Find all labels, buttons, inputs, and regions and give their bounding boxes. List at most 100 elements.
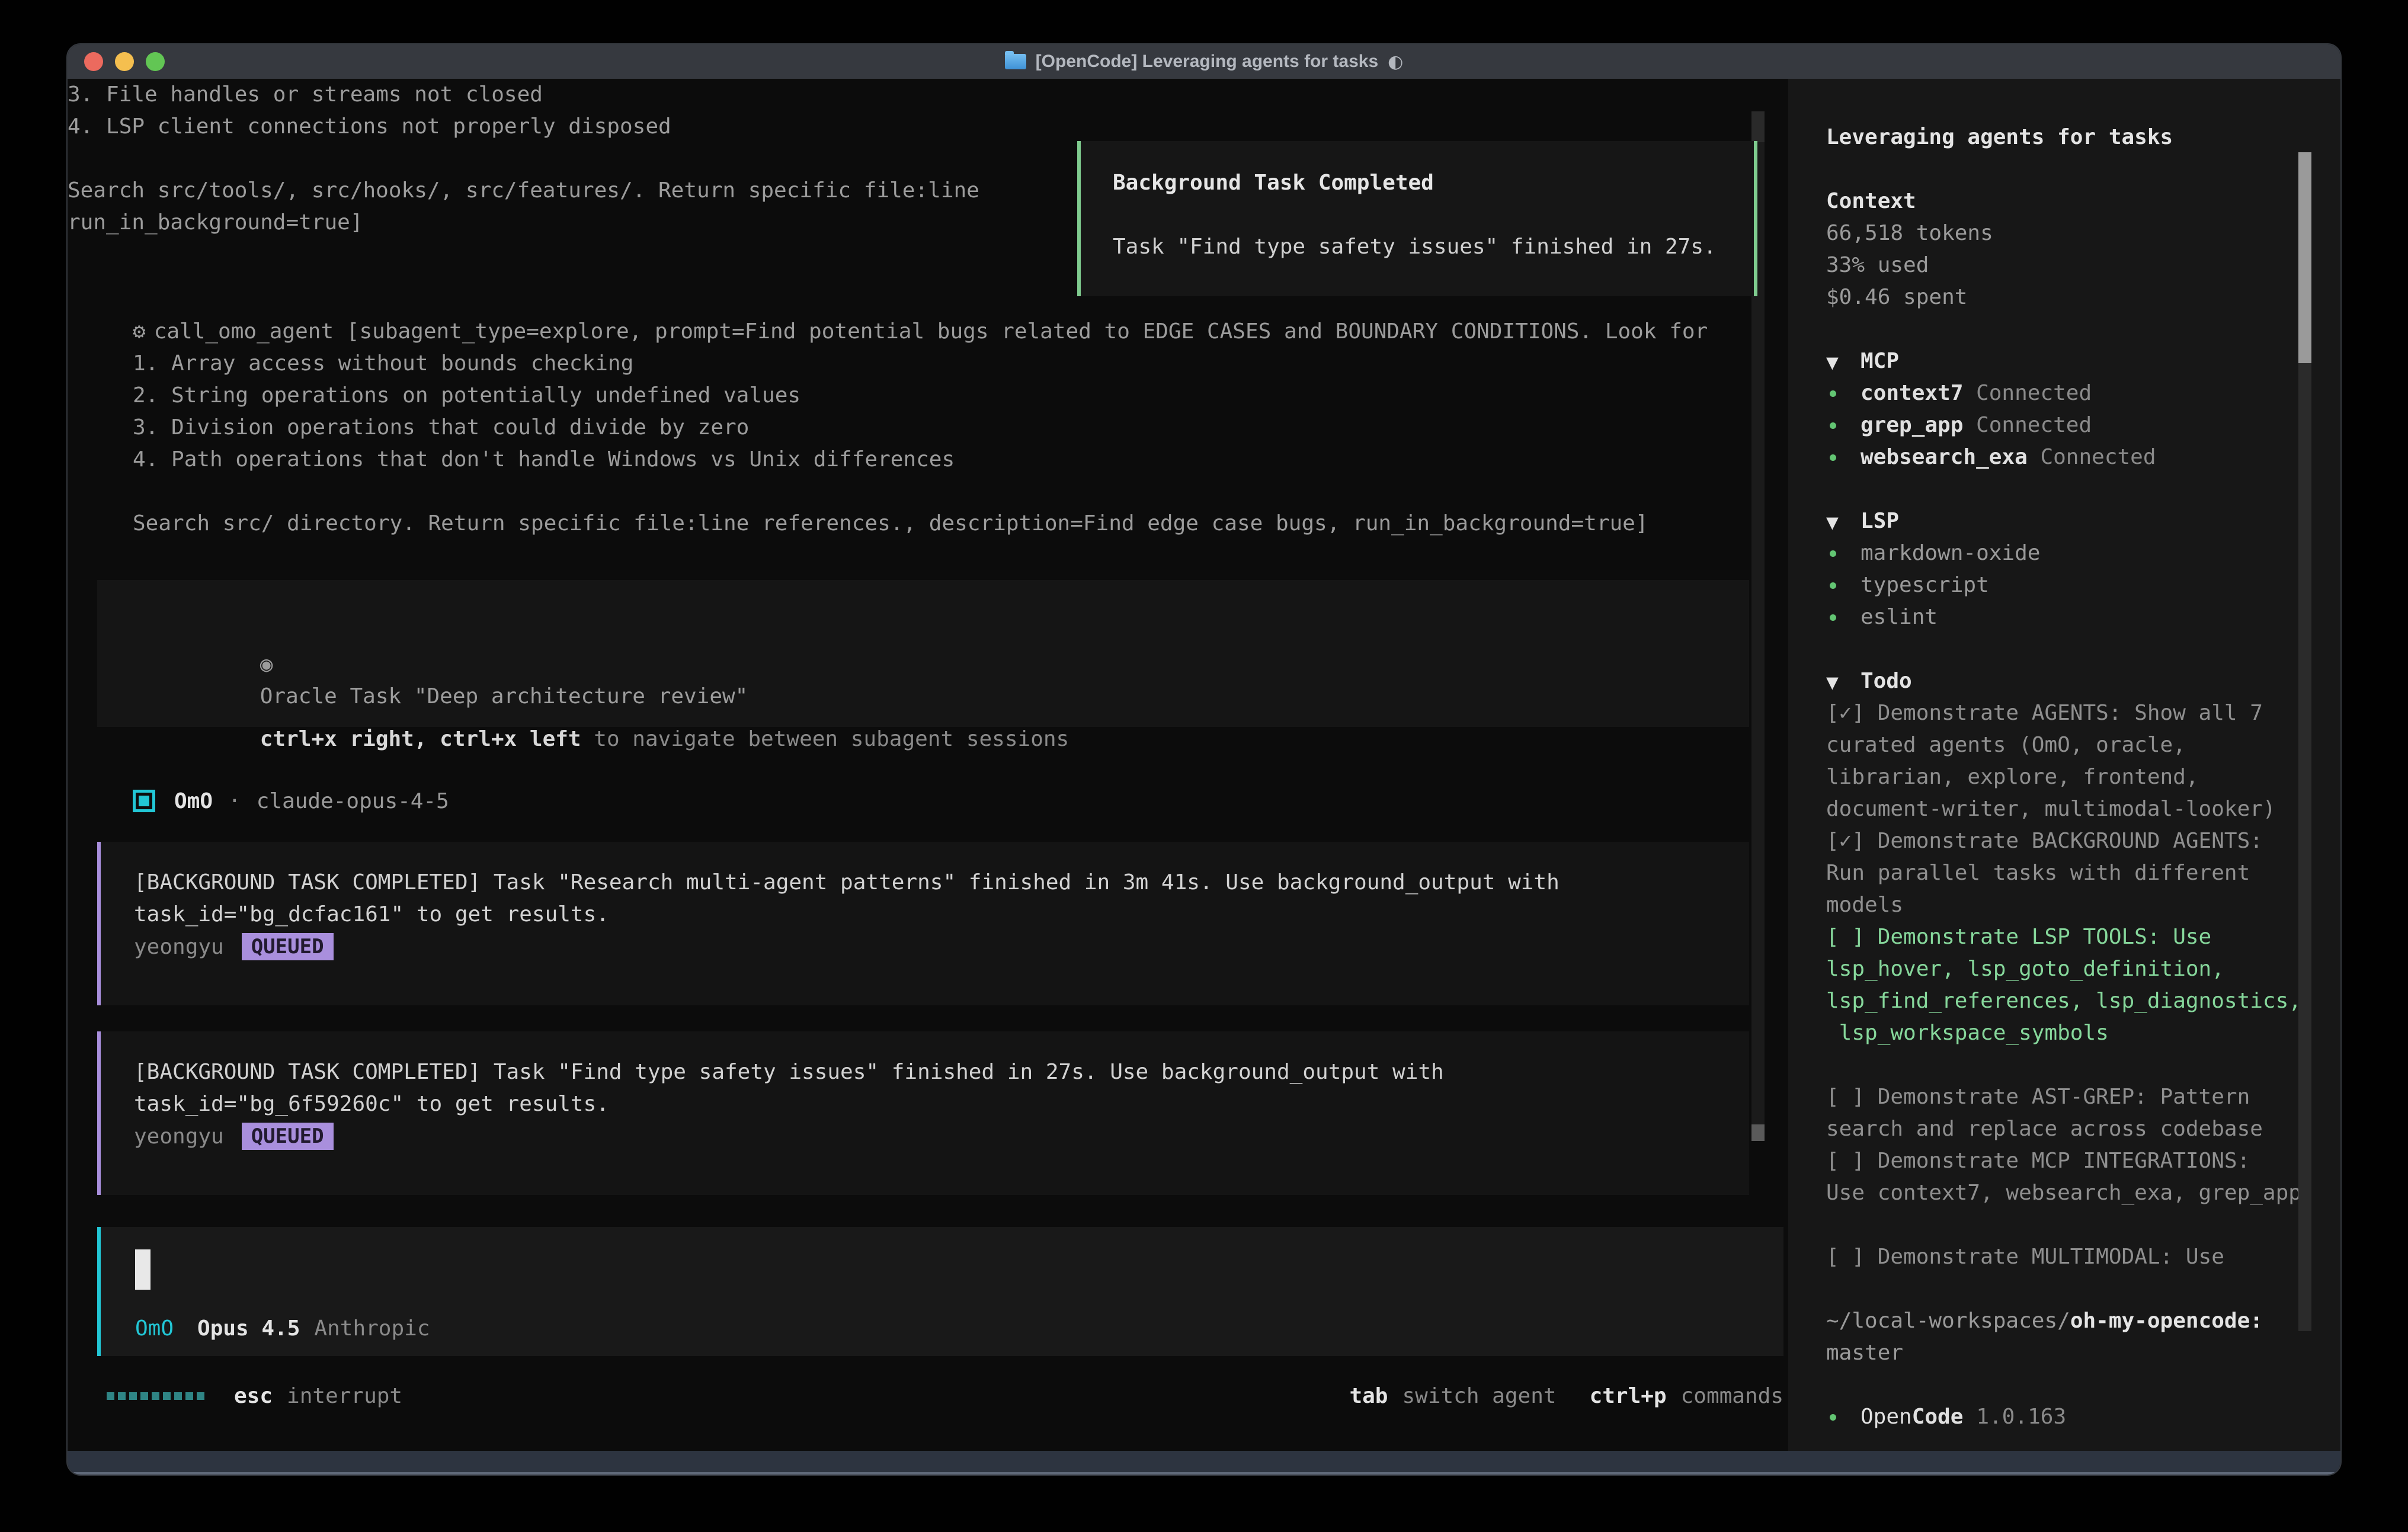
scrollbar-thumb[interactable] [1751,1124,1765,1141]
ctrlp-key-label: commands [1681,1384,1783,1408]
window-title-text: [OpenCode] Leveraging agents for tasks [1036,52,1378,72]
todo-line: document-writer, multimodal-looker) [1826,793,2317,825]
green-dot-icon [1826,573,1861,597]
mcp-item: websearch_exa Connected [1826,441,2317,473]
message-line: [BACKGROUND TASK COMPLETED] Task "Resear… [134,867,1560,899]
todo-line: [ ] Demonstrate LSP TOOLS: Use [1826,921,2317,953]
maximize-button[interactable] [146,52,165,71]
notification-body: Task "Find type safety issues" finished … [1113,231,1717,263]
titlebar: [OpenCode] Leveraging agents for tasks ◐ [68,44,2340,80]
terminal-line: Search src/ directory. Return specific f… [133,508,1708,540]
green-dot-icon [1826,605,1861,629]
terminal-main: 3. File handles or streams not closed4. … [68,79,1788,1451]
todo-line: lsp_find_references, lsp_diagnostics, [1826,985,2317,1017]
scrollbar-top-segment[interactable] [1751,111,1765,142]
agent-name: OmO [174,789,213,813]
fisheye-icon: ◉ [260,652,273,677]
mcp-item: grep_app Connected [1826,409,2317,441]
shortcut-hint: to navigate between subagent sessions [581,727,1069,751]
app-version: OpenCode1.0.163 [1826,1401,2317,1433]
message-author: yeongyu [134,1124,224,1149]
terminal-line: 4. Path operations that don't handle Win… [133,444,1708,476]
tool-call-block: ⚙ call_omo_agent [subagent_type=explore, … [133,316,1708,540]
shortcut-keys: ctrl+x right, ctrl+x left [260,727,581,751]
terminal-line: 1. Array access without bounds checking [133,348,1708,380]
green-dot-icon [1826,381,1861,405]
text-cursor [135,1249,150,1290]
mcp-item: context7 Connected [1826,377,2317,409]
input-meta: OmO Opus 4.5 Anthropic [135,1312,430,1344]
activity-dots-icon [107,1392,208,1400]
message-author: yeongyu [134,935,224,959]
collapse-arrow-icon [1826,669,1861,693]
todo-line: Use context7, websearch_exa, grep_app [1826,1177,2317,1209]
todo-line: lsp_hover, lsp_goto_definition, [1826,953,2317,985]
context-stat: 66,518 tokens [1826,217,2317,249]
status-badge: QUEUED [242,933,334,960]
tab-key-label: switch agent [1402,1384,1556,1408]
input-agent-name: OmO [135,1316,174,1341]
green-dot-icon [1826,445,1861,469]
terminal-line [133,476,1708,508]
close-button[interactable] [84,52,103,71]
todo-line [1826,1209,2317,1241]
background-task-message: [BACKGROUND TASK COMPLETED] Task "Resear… [97,842,1749,1005]
agent-model: claude-opus-4-5 [257,789,449,813]
traffic-lights [84,44,165,79]
background-task-message: [BACKGROUND TASK COMPLETED] Task "Find t… [97,1031,1749,1195]
separator-dot: · [228,789,241,813]
status-bar: esc interrupt tab switch agent ctrl+p co… [107,1380,1783,1412]
green-dot-icon [1826,413,1861,437]
context-stat: $0.46 spent [1826,281,2317,313]
lsp-item: typescript [1826,569,2317,601]
green-dot-icon [1826,541,1861,565]
agent-session-header[interactable]: OmO · claude-opus-4-5 [133,785,449,817]
app-window: [OpenCode] Leveraging agents for tasks ◐… [66,43,2342,1476]
todo-line: Run parallel tasks with different [1826,857,2317,889]
notification-toast: Background Task Completed Task "Find typ… [1077,141,1757,296]
tool-call-header: call_omo_agent [subagent_type=explore, p… [154,319,1708,344]
terminal-line: 3. Division operations that could divide… [133,412,1708,444]
green-dot-icon [1826,1405,1861,1429]
message-line: [BACKGROUND TASK COMPLETED] Task "Find t… [134,1056,1444,1088]
minimize-button[interactable] [115,52,134,71]
notification-title: Background Task Completed [1113,167,1434,199]
terminal-line: 2. String operations on potentially unde… [133,380,1708,412]
lsp-item: markdown-oxide [1826,537,2317,569]
esc-key-label: interrupt [287,1384,402,1408]
todo-line: models [1826,889,2317,921]
window-title: [OpenCode] Leveraging agents for tasks ◐ [1005,52,1404,72]
message-line: task_id="bg_dcfac161" to get results. [134,899,609,931]
sidebar-scrollbar-thumb[interactable] [2298,152,2311,363]
todo-section-header[interactable]: Todo [1826,665,2317,697]
collapse-arrow-icon [1826,349,1861,373]
todo-line: [ ] Demonstrate MULTIMODAL: Use [1826,1241,2317,1273]
todo-line: librarian, explore, frontend, [1826,761,2317,793]
esc-key-hint: esc [234,1384,273,1408]
todo-line: [✓] Demonstrate AGENTS: Show all 7 [1826,697,2317,729]
gear-icon: ⚙ [133,319,146,344]
todo-line: search and replace across codebase [1826,1113,2317,1145]
folder-icon [1005,54,1026,69]
todo-line [1826,1049,2317,1081]
agent-square-icon [133,790,155,812]
terminal-line: 4. LSP client connections not properly d… [68,111,1788,143]
todo-line: curated agents (OmO, oracle, [1826,729,2317,761]
sidebar-scrollbar-track[interactable] [2298,363,2311,1331]
window-footer [68,1451,2340,1475]
workspace-path: ~/local-workspaces/oh-my-opencode: [1826,1305,2317,1337]
todo-line: [ ] Demonstrate MCP INTEGRATIONS: [1826,1145,2317,1177]
sidebar-session-title: Leveraging agents for tasks [1826,121,2317,153]
tab-key-hint: tab [1349,1384,1388,1408]
prompt-input[interactable]: OmO Opus 4.5 Anthropic [97,1227,1783,1356]
message-line: task_id="bg_6f59260c" to get results. [134,1088,609,1120]
todo-line: lsp_workspace_symbols [1826,1017,2317,1049]
collapse-arrow-icon [1826,509,1861,533]
workspace-branch: master [1826,1337,2317,1369]
screenshot-stage: [OpenCode] Leveraging agents for tasks ◐… [0,0,2408,1532]
context-stat: 33% used [1826,249,2317,281]
terminal-line: 3. File handles or streams not closed [68,79,1788,111]
mcp-section-header[interactable]: MCP [1826,345,2317,377]
lsp-section-header[interactable]: LSP [1826,505,2317,537]
input-provider-name: Anthropic [314,1316,430,1341]
